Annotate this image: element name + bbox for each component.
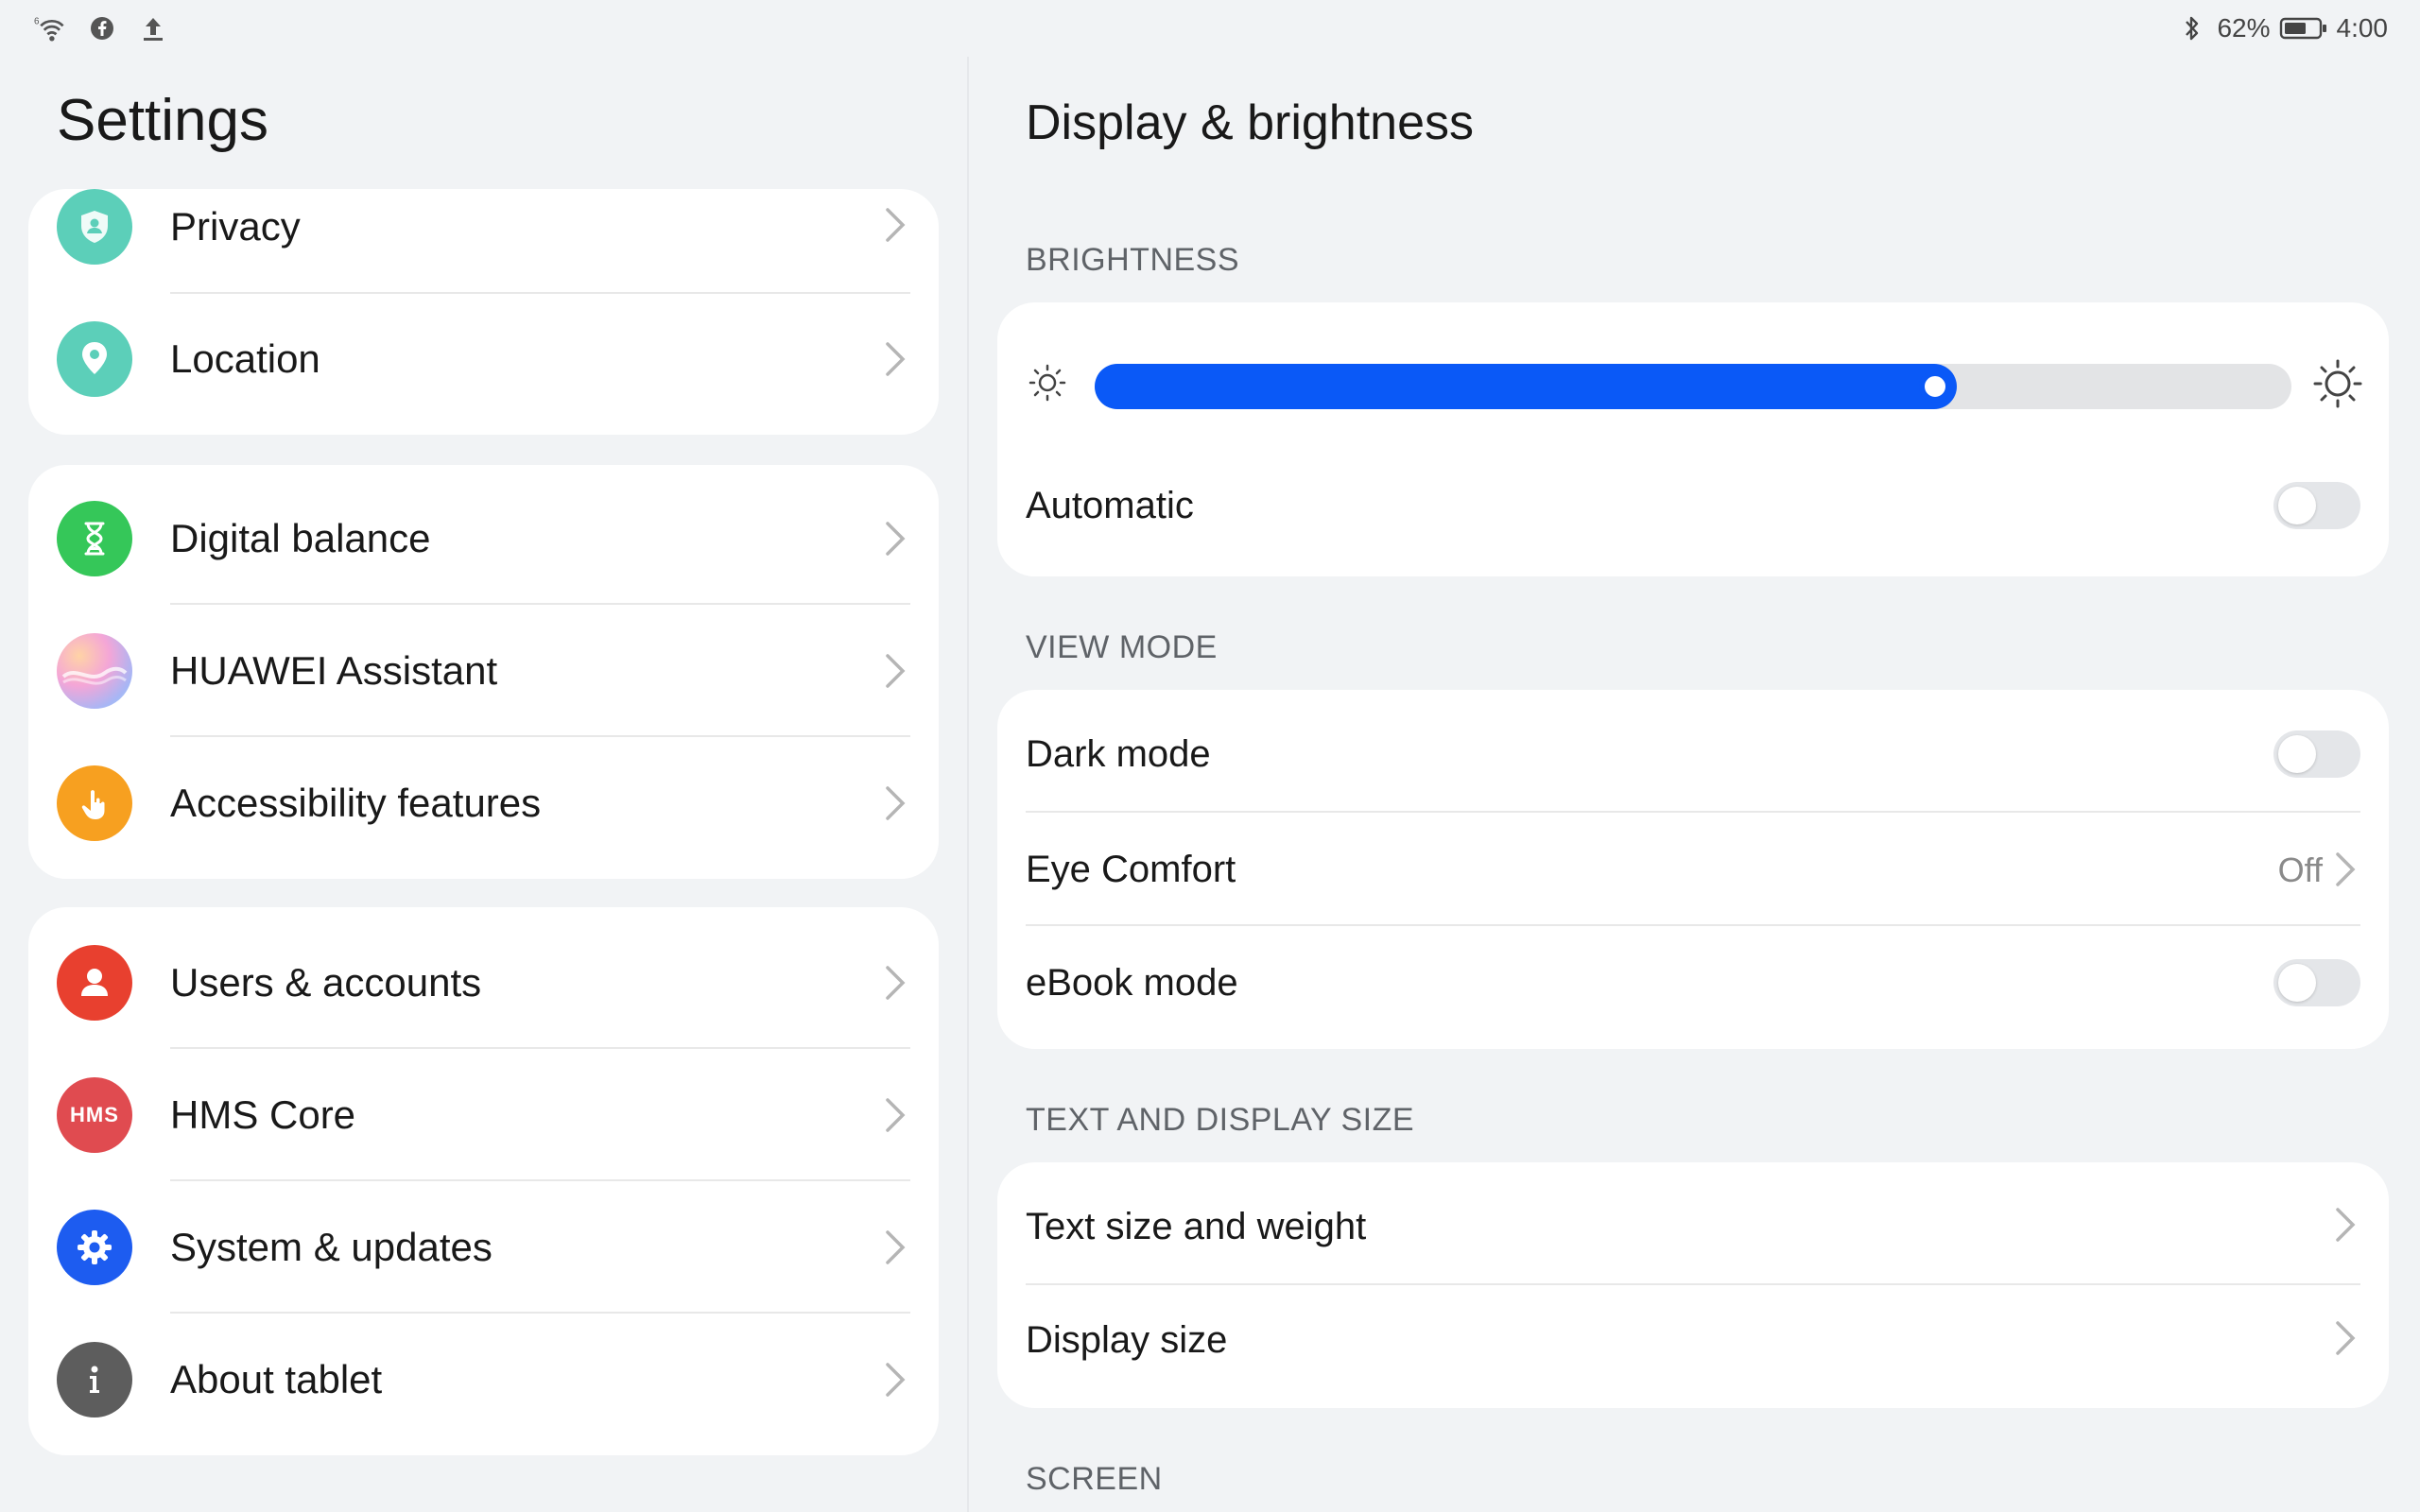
wifi-6-icon: 6 bbox=[34, 11, 68, 45]
settings-item-label: Digital balance bbox=[170, 516, 431, 560]
upload-icon bbox=[136, 11, 170, 45]
automatic-brightness-row[interactable]: Automatic bbox=[997, 458, 2389, 553]
display-brightness-pane: Display & brightness BRIGHTNESS Automati… bbox=[969, 57, 2420, 1512]
battery-percent: 62% bbox=[2217, 13, 2271, 43]
chevron-right-icon bbox=[886, 208, 906, 242]
brightness-slider-fill bbox=[1095, 364, 1957, 409]
toggle-knob bbox=[2278, 964, 2316, 1002]
chevron-right-icon bbox=[2336, 1321, 2356, 1355]
dark-mode-row[interactable]: Dark mode bbox=[997, 690, 2389, 813]
battery-icon bbox=[2278, 11, 2329, 45]
bluetooth-icon bbox=[2175, 11, 2209, 45]
automatic-brightness-toggle[interactable] bbox=[2273, 482, 2360, 529]
section-header-brightness: BRIGHTNESS bbox=[1026, 242, 1240, 278]
status-bar-right: 62% 4:00 bbox=[2175, 11, 2388, 45]
settings-item-label: System & updates bbox=[170, 1225, 493, 1269]
huawei-assistant-icon bbox=[57, 633, 132, 709]
settings-list-pane: Settings Privacy Location Digital balanc… bbox=[0, 57, 967, 1512]
hms-core-icon: HMS bbox=[57, 1077, 132, 1153]
settings-item-label: HUAWEI Assistant bbox=[170, 648, 498, 693]
detail-title: Display & brightness bbox=[1026, 95, 1474, 150]
privacy-shield-icon bbox=[57, 189, 132, 265]
settings-item-label: HMS Core bbox=[170, 1092, 356, 1137]
ebook-mode-row[interactable]: eBook mode bbox=[997, 926, 2389, 1040]
status-bar: 6 62% 4:00 bbox=[0, 0, 2420, 57]
settings-screen: 6 62% 4:00 Settings Privacy Location Dig… bbox=[0, 0, 2420, 1512]
text-size-weight-label: Text size and weight bbox=[1026, 1206, 1367, 1247]
text-display-card: Text size and weight Display size bbox=[997, 1162, 2389, 1408]
brightness-slider[interactable] bbox=[1095, 364, 2291, 409]
settings-group-system: Users & accounts HMS HMS Core System & u… bbox=[28, 907, 939, 1455]
section-header-text-display-size: TEXT AND DISPLAY SIZE bbox=[1026, 1102, 1415, 1138]
settings-item-label: About tablet bbox=[170, 1357, 383, 1401]
facebook-icon bbox=[85, 11, 119, 45]
settings-item-digital-balance[interactable]: Digital balance bbox=[28, 472, 939, 605]
dark-mode-label: Dark mode bbox=[1026, 733, 1211, 775]
settings-item-label: Location bbox=[170, 336, 320, 381]
chevron-right-icon bbox=[886, 1363, 906, 1397]
settings-item-label: Users & accounts bbox=[170, 960, 482, 1005]
settings-item-about-tablet[interactable]: About tablet bbox=[28, 1314, 939, 1446]
chevron-right-icon bbox=[2336, 852, 2356, 886]
location-pin-icon bbox=[57, 321, 132, 397]
chevron-right-icon bbox=[886, 342, 906, 376]
hourglass-icon bbox=[57, 501, 132, 576]
status-time: 4:00 bbox=[2336, 13, 2389, 43]
automatic-brightness-label: Automatic bbox=[1026, 485, 1194, 526]
section-header-screen: SCREEN bbox=[1026, 1461, 1163, 1497]
settings-item-accessibility[interactable]: Accessibility features bbox=[28, 737, 939, 869]
chevron-right-icon bbox=[886, 1098, 906, 1132]
ebook-mode-toggle[interactable] bbox=[2273, 959, 2360, 1006]
chevron-right-icon bbox=[886, 786, 906, 820]
brightness-low-icon bbox=[1028, 364, 1066, 402]
page-title: Settings bbox=[57, 88, 269, 153]
brightness-card: Automatic bbox=[997, 302, 2389, 576]
wifi-badge: 6 bbox=[34, 17, 40, 27]
toggle-knob bbox=[2278, 735, 2316, 773]
gear-icon bbox=[57, 1210, 132, 1285]
chevron-right-icon bbox=[886, 522, 906, 556]
chevron-right-icon bbox=[886, 966, 906, 1000]
info-icon bbox=[57, 1342, 132, 1418]
eye-comfort-label: Eye Comfort bbox=[1026, 849, 1236, 890]
settings-item-huawei-assistant[interactable]: HUAWEI Assistant bbox=[28, 605, 939, 737]
settings-group-assist: Digital balance HUAWEI Assistant Accessi… bbox=[28, 465, 939, 879]
hms-icon-text: HMS bbox=[70, 1103, 119, 1126]
settings-item-users-accounts[interactable]: Users & accounts bbox=[28, 917, 939, 1049]
settings-group-privacy: Privacy Location bbox=[28, 189, 939, 435]
settings-item-system-updates[interactable]: System & updates bbox=[28, 1181, 939, 1314]
display-size-label: Display size bbox=[1026, 1319, 1228, 1361]
brightness-high-icon bbox=[2313, 359, 2362, 408]
brightness-slider-thumb[interactable] bbox=[1919, 370, 1951, 403]
ebook-mode-label: eBook mode bbox=[1026, 962, 1238, 1004]
user-icon bbox=[57, 945, 132, 1021]
view-mode-card: Dark mode Eye Comfort Off eBook mode bbox=[997, 690, 2389, 1049]
status-bar-left: 6 bbox=[34, 11, 170, 45]
display-size-row[interactable]: Display size bbox=[997, 1285, 2389, 1408]
settings-item-label: Accessibility features bbox=[170, 781, 542, 825]
settings-item-location[interactable]: Location bbox=[28, 293, 939, 425]
text-size-weight-row[interactable]: Text size and weight bbox=[997, 1162, 2389, 1285]
dark-mode-toggle[interactable] bbox=[2273, 730, 2360, 778]
eye-comfort-value: Off bbox=[2277, 850, 2323, 889]
chevron-right-icon bbox=[886, 1230, 906, 1264]
toggle-knob bbox=[2278, 487, 2316, 524]
chevron-right-icon bbox=[2336, 1208, 2356, 1242]
section-header-view-mode: VIEW MODE bbox=[1026, 629, 1218, 665]
settings-item-hms-core[interactable]: HMS HMS Core bbox=[28, 1049, 939, 1181]
hand-tap-icon bbox=[57, 765, 132, 841]
eye-comfort-row[interactable]: Eye Comfort Off bbox=[997, 813, 2389, 926]
chevron-right-icon bbox=[886, 654, 906, 688]
settings-item-label: Privacy bbox=[170, 204, 301, 249]
